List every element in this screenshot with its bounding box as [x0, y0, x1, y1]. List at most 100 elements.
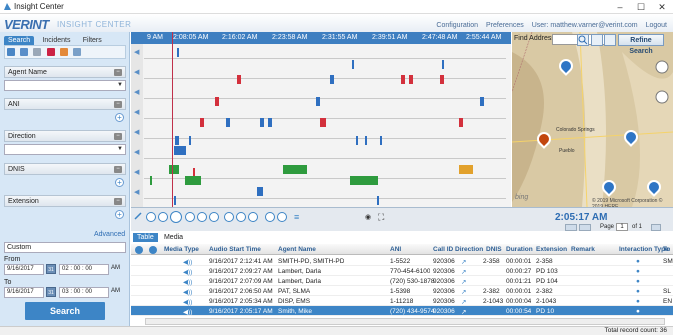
speed-fast-icon[interactable]	[248, 212, 258, 222]
call-mark[interactable]	[200, 118, 204, 127]
call-mark[interactable]	[215, 97, 219, 106]
first-page-icon[interactable]	[565, 224, 577, 231]
call-mark[interactable]	[459, 118, 463, 127]
delete-icon[interactable]	[46, 48, 55, 56]
collapse-icon[interactable]: −	[114, 101, 122, 108]
export-icon[interactable]	[59, 48, 68, 56]
filter-ani[interactable]: ANI −	[4, 98, 126, 110]
call-mark[interactable]	[409, 75, 413, 84]
volume-icon[interactable]: ≡	[294, 212, 304, 222]
collapse-icon[interactable]: −	[114, 69, 122, 76]
playhead[interactable]	[172, 32, 173, 207]
call-mark[interactable]	[174, 196, 176, 205]
col-duration[interactable]: Duration	[506, 246, 533, 253]
lane-arrow-icon[interactable]: ◀	[134, 88, 141, 96]
next-page-icon[interactable]	[651, 224, 661, 231]
configuration-link[interactable]: Configuration	[436, 22, 478, 29]
call-mark[interactable]	[350, 176, 378, 185]
lane-arrow-icon[interactable]: ◀	[134, 148, 141, 156]
add-ani-icon[interactable]: +	[115, 113, 124, 122]
preferences-link[interactable]: Preferences	[486, 22, 524, 29]
collapse-icon[interactable]: −	[114, 198, 122, 205]
layers-icon[interactable]	[604, 34, 616, 46]
horizontal-scrollbar[interactable]	[145, 318, 665, 325]
table-row[interactable]: ◀)) 9/16/2017 2:07:09 AM Lambert, Darla (72…	[131, 276, 673, 286]
lane-arrow-icon[interactable]: ◀	[134, 188, 141, 196]
call-mark[interactable]	[356, 136, 358, 145]
filter-direction[interactable]: Direction −	[4, 130, 126, 142]
page-input[interactable]: 1	[616, 223, 628, 231]
maximize-icon[interactable]: ☐	[631, 1, 651, 13]
speed-slow-icon[interactable]	[224, 212, 234, 222]
rewind-icon[interactable]	[158, 212, 168, 222]
from-time-field[interactable]: 02 : 00 : 00	[59, 264, 109, 275]
call-mark[interactable]	[480, 97, 484, 106]
remove-circle-icon[interactable]	[149, 246, 157, 254]
call-mark[interactable]	[352, 60, 354, 69]
to-date-field[interactable]: 9/16/2017	[4, 287, 44, 298]
fullscreen-icon[interactable]: ⛶	[378, 212, 384, 223]
col-to[interactable]: To	[663, 246, 670, 253]
expand-icon[interactable]	[134, 212, 142, 220]
lane-arrow-icon[interactable]: ◀	[134, 48, 141, 56]
refine-search-button[interactable]: Refine Search	[618, 34, 664, 55]
call-mark[interactable]	[150, 176, 152, 185]
col-call-id[interactable]: Call ID	[433, 246, 453, 253]
calendar-icon[interactable]: 31	[46, 287, 56, 297]
lane-arrow-icon[interactable]: ◀	[134, 108, 141, 116]
fast-forward-icon[interactable]	[185, 212, 195, 222]
map-panel[interactable]: Colorado Springs Pueblo bing	[511, 31, 673, 208]
next-icon[interactable]	[209, 212, 219, 222]
agent-name-select[interactable]: ▼	[4, 80, 126, 91]
zoom-box-icon[interactable]	[591, 34, 603, 46]
date-range-select[interactable]: Custom	[4, 242, 126, 253]
filter-icon[interactable]	[73, 48, 82, 56]
minimize-icon[interactable]: –	[610, 1, 630, 13]
zoom-in-icon[interactable]	[277, 212, 287, 222]
col-extension[interactable]: Extension	[536, 246, 567, 253]
col-dnis[interactable]: DNIS	[486, 246, 502, 253]
col-media-type[interactable]: Media Type	[164, 246, 199, 253]
add-dnis-icon[interactable]: +	[115, 178, 124, 187]
call-mark[interactable]	[283, 165, 307, 174]
calendar-icon[interactable]: 31	[46, 264, 56, 274]
call-mark[interactable]	[320, 118, 326, 127]
filter-agent-name[interactable]: Agent Name −	[4, 66, 126, 78]
table-row[interactable]: ◀)) 9/16/2017 2:05:17 AM Smith, Mike (720) …	[131, 306, 673, 316]
col-agent-name[interactable]: Agent Name	[278, 246, 316, 253]
call-mark[interactable]	[442, 60, 444, 69]
lane-arrow-icon[interactable]: ◀	[134, 168, 141, 176]
call-mark[interactable]	[174, 146, 186, 155]
col-remark[interactable]: Remark	[571, 246, 595, 253]
logout-link[interactable]: Logout	[646, 22, 667, 29]
add-extension-icon[interactable]: +	[115, 210, 124, 219]
zoom-out-icon[interactable]	[265, 212, 275, 222]
collapse-icon[interactable]: −	[114, 133, 122, 140]
search-button[interactable]: Search	[25, 302, 105, 320]
call-mark[interactable]	[459, 165, 473, 174]
call-mark[interactable]	[169, 165, 179, 174]
tab-incidents[interactable]: Incidents	[38, 36, 74, 45]
table-row[interactable]: ◀)) 9/16/2017 2:09:27 AM Lambert, Darla 770…	[131, 266, 673, 276]
advanced-link[interactable]: Advanced	[94, 231, 125, 238]
to-time-field[interactable]: 03 : 00 : 00	[59, 287, 109, 298]
call-mark[interactable]	[177, 48, 179, 57]
call-mark[interactable]	[377, 196, 379, 205]
call-mark[interactable]	[380, 136, 382, 145]
call-mark[interactable]	[316, 97, 320, 106]
col-audio-start[interactable]: Audio Start Time	[209, 246, 261, 253]
from-ampm[interactable]: AM	[111, 265, 120, 271]
direction-select[interactable]: ▼	[4, 144, 126, 155]
filter-dnis[interactable]: DNIS −	[4, 163, 126, 175]
col-direction[interactable]: Direction	[455, 246, 483, 253]
tab-search[interactable]: Search	[4, 36, 35, 45]
table-row[interactable]: ◀)) 9/16/2017 2:12:41 AM SMITH-PD, SMITH-P…	[131, 256, 673, 266]
save-icon[interactable]	[20, 48, 29, 56]
tab-filters[interactable]: Filters	[79, 36, 106, 45]
collapse-icon[interactable]: −	[114, 166, 122, 173]
call-mark[interactable]	[268, 118, 272, 127]
lane-arrow-icon[interactable]: ◀	[134, 128, 141, 136]
call-mark[interactable]	[185, 176, 201, 185]
prev-page-icon[interactable]	[579, 224, 591, 231]
filter-extension[interactable]: Extension −	[4, 195, 126, 207]
